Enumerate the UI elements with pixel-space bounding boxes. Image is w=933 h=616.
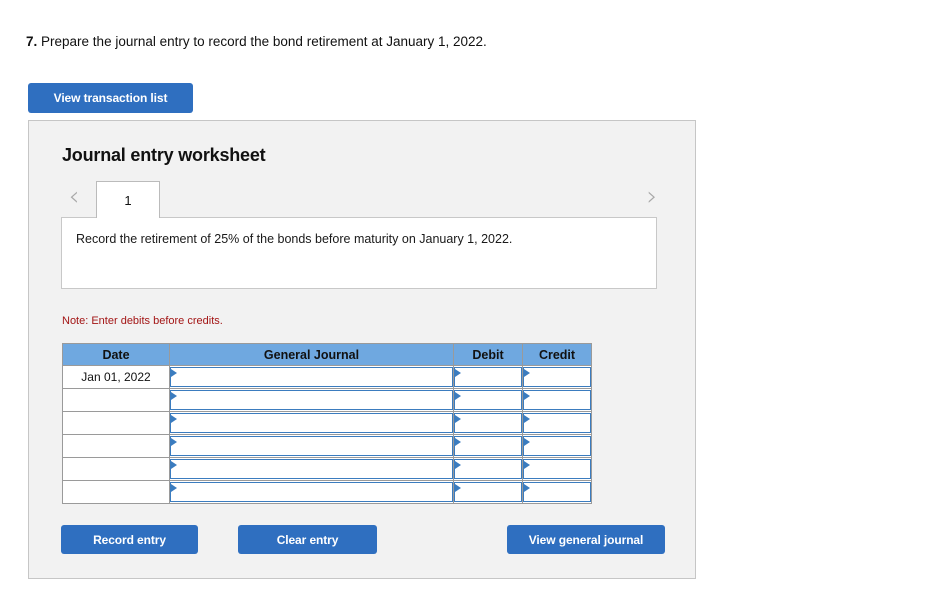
dropdown-triangle-icon	[171, 438, 177, 446]
general-journal-input[interactable]	[170, 367, 453, 387]
debit-input[interactable]	[454, 436, 522, 456]
credit-input[interactable]	[523, 482, 591, 502]
general-journal-input-cell[interactable]	[169, 365, 454, 389]
date-cell[interactable]	[62, 411, 170, 435]
journal-table-body: Jan 01, 2022	[62, 365, 592, 504]
column-header-date: Date	[62, 343, 170, 366]
credit-input[interactable]	[523, 390, 591, 410]
worksheet-instruction-text: Record the retirement of 25% of the bond…	[76, 232, 513, 246]
general-journal-input[interactable]	[170, 413, 453, 433]
credit-input[interactable]	[523, 459, 591, 479]
credit-input-cell[interactable]	[522, 480, 592, 504]
general-journal-input[interactable]	[170, 482, 453, 502]
debit-input-cell[interactable]	[453, 434, 523, 458]
date-cell[interactable]	[62, 388, 170, 412]
date-cell[interactable]	[62, 434, 170, 458]
question-prompt: 7. Prepare the journal entry to record t…	[26, 34, 487, 49]
worksheet-title: Journal entry worksheet	[62, 145, 266, 165]
date-cell[interactable]: Jan 01, 2022	[62, 365, 170, 389]
dropdown-triangle-icon	[524, 438, 530, 446]
question-number: 7.	[26, 34, 38, 49]
column-header-debit: Debit	[453, 343, 523, 366]
general-journal-input-cell[interactable]	[169, 411, 454, 435]
general-journal-input-cell[interactable]	[169, 434, 454, 458]
record-entry-button[interactable]: Record entry	[61, 525, 198, 554]
credit-input-cell[interactable]	[522, 388, 592, 412]
dropdown-triangle-icon	[171, 415, 177, 423]
table-header-row: Date General Journal Debit Credit	[62, 343, 592, 366]
general-journal-input-cell[interactable]	[169, 457, 454, 481]
column-header-credit: Credit	[522, 343, 592, 366]
table-row	[62, 434, 592, 458]
view-transaction-list-button[interactable]: View transaction list	[28, 83, 193, 113]
debit-input-cell[interactable]	[453, 388, 523, 412]
debits-before-credits-note: Note: Enter debits before credits.	[62, 315, 223, 327]
table-row	[62, 388, 592, 412]
credit-input-cell[interactable]	[522, 411, 592, 435]
question-text: Prepare the journal entry to record the …	[41, 34, 487, 49]
next-tab-chevron-icon[interactable]: ›	[639, 183, 665, 213]
date-cell[interactable]	[62, 457, 170, 481]
general-journal-input-cell[interactable]	[169, 480, 454, 504]
general-journal-input[interactable]	[170, 459, 453, 479]
general-journal-input-cell[interactable]	[169, 388, 454, 412]
worksheet-instruction-box: Record the retirement of 25% of the bond…	[61, 217, 657, 289]
worksheet-tab-strip: ‹ 1 ›	[61, 179, 665, 218]
dropdown-triangle-icon	[524, 484, 530, 492]
debit-input[interactable]	[454, 367, 522, 387]
dropdown-triangle-icon	[171, 484, 177, 492]
credit-input-cell[interactable]	[522, 457, 592, 481]
dropdown-triangle-icon	[171, 392, 177, 400]
column-header-general-journal: General Journal	[169, 343, 454, 366]
journal-entry-worksheet-panel: Journal entry worksheet ‹ 1 › Record the…	[28, 120, 696, 579]
credit-input-cell[interactable]	[522, 434, 592, 458]
debit-input[interactable]	[454, 413, 522, 433]
dropdown-triangle-icon	[524, 461, 530, 469]
dropdown-triangle-icon	[455, 484, 461, 492]
general-journal-input[interactable]	[170, 436, 453, 456]
worksheet-tab-1[interactable]: 1	[96, 181, 160, 218]
dropdown-triangle-icon	[524, 392, 530, 400]
dropdown-triangle-icon	[455, 392, 461, 400]
dropdown-triangle-icon	[171, 369, 177, 377]
dropdown-triangle-icon	[455, 461, 461, 469]
table-row	[62, 457, 592, 481]
dropdown-triangle-icon	[171, 461, 177, 469]
credit-input-cell[interactable]	[522, 365, 592, 389]
debit-input-cell[interactable]	[453, 457, 523, 481]
debit-input[interactable]	[454, 482, 522, 502]
credit-input[interactable]	[523, 367, 591, 387]
credit-input[interactable]	[523, 413, 591, 433]
table-row: Jan 01, 2022	[62, 365, 592, 389]
debit-input-cell[interactable]	[453, 411, 523, 435]
dropdown-triangle-icon	[455, 438, 461, 446]
previous-tab-chevron-icon[interactable]: ‹	[61, 183, 87, 213]
journal-entry-table: Date General Journal Debit Credit Jan 01…	[62, 343, 592, 504]
dropdown-triangle-icon	[524, 369, 530, 377]
debit-input-cell[interactable]	[453, 365, 523, 389]
dropdown-triangle-icon	[455, 369, 461, 377]
debit-input[interactable]	[454, 459, 522, 479]
dropdown-triangle-icon	[524, 415, 530, 423]
credit-input[interactable]	[523, 436, 591, 456]
debit-input-cell[interactable]	[453, 480, 523, 504]
clear-entry-button[interactable]: Clear entry	[238, 525, 377, 554]
debit-input[interactable]	[454, 390, 522, 410]
table-row	[62, 411, 592, 435]
dropdown-triangle-icon	[455, 415, 461, 423]
view-general-journal-button[interactable]: View general journal	[507, 525, 665, 554]
table-row	[62, 480, 592, 504]
date-cell[interactable]	[62, 480, 170, 504]
general-journal-input[interactable]	[170, 390, 453, 410]
